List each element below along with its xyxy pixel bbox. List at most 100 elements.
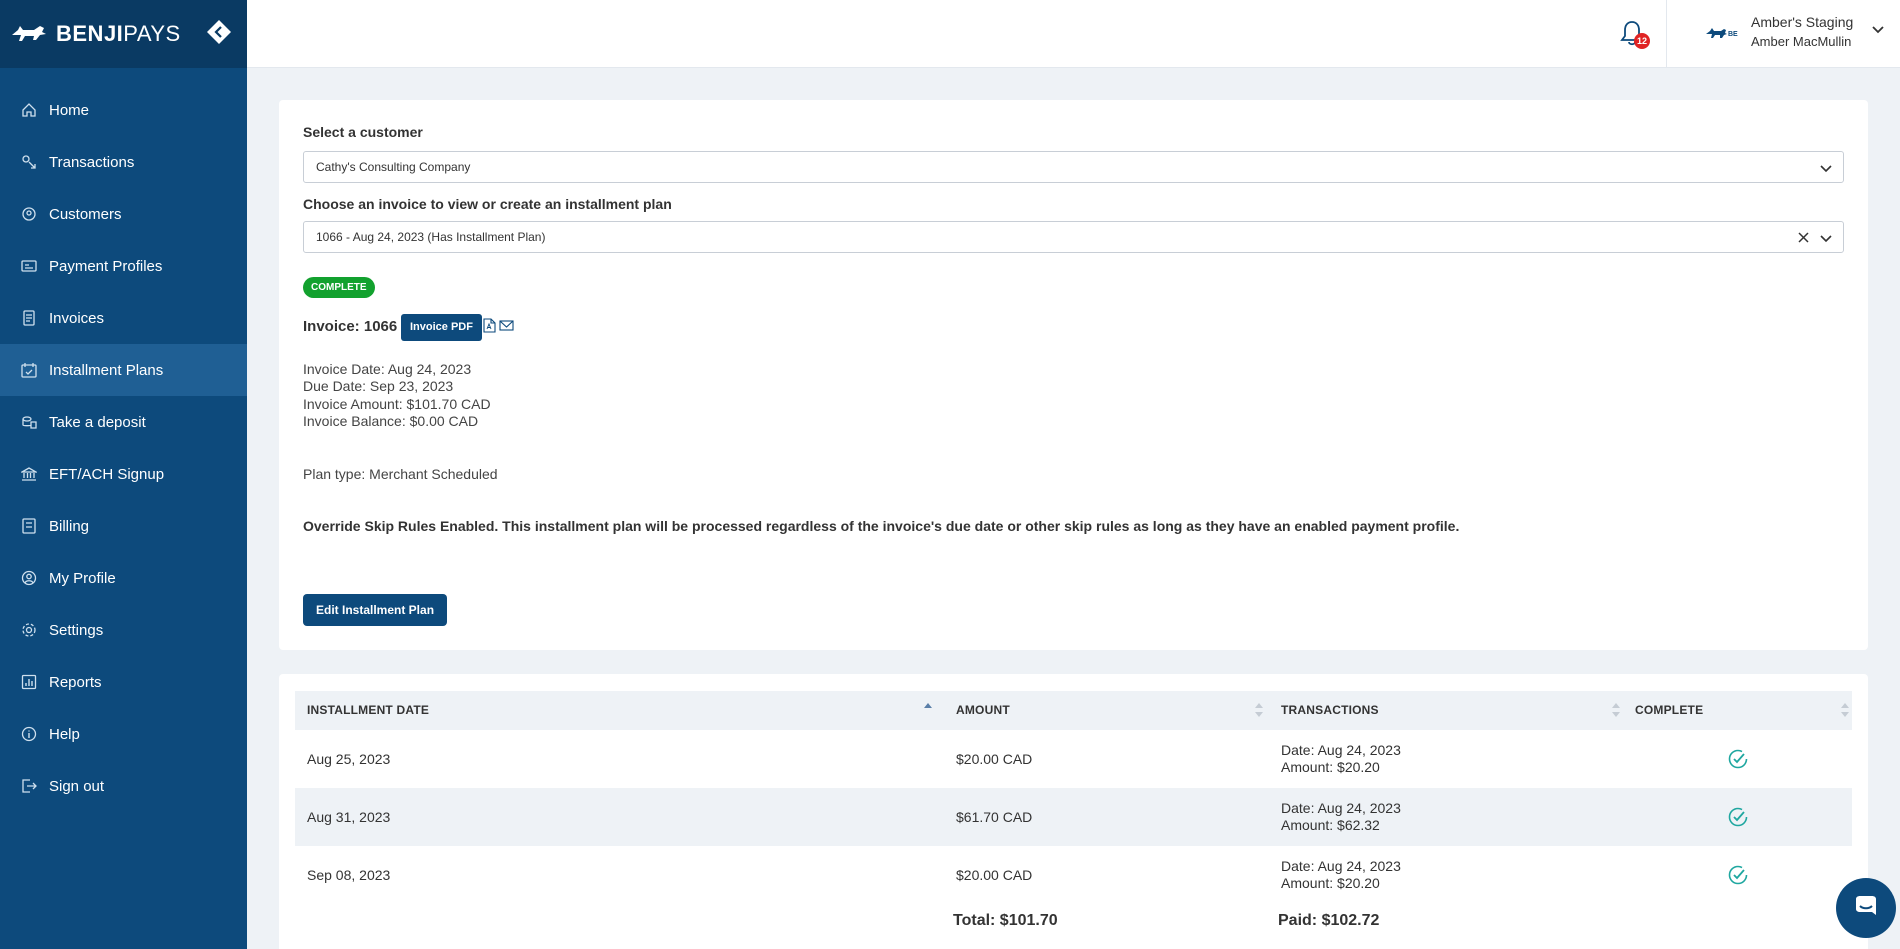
transactions-icon [20, 153, 38, 171]
sidebar-item-label: My Profile [49, 569, 116, 587]
svg-text:BE: BE [1728, 31, 1738, 38]
transaction-date: Date: Aug 24, 2023 [1281, 858, 1401, 874]
sidebar-item-label: Help [49, 725, 80, 743]
home-icon [20, 101, 38, 119]
sidebar-item-eft-ach-signup[interactable]: EFT/ACH Signup [0, 448, 247, 500]
installment-date-cell: Sep 08, 2023 [307, 867, 391, 883]
amount-cell: $20.00 CAD [956, 867, 1033, 883]
customer-label: Select a customer [303, 124, 423, 140]
column-header-amount[interactable]: AMOUNT [956, 703, 1010, 717]
divider [1666, 0, 1667, 68]
sign-out-icon [20, 777, 38, 795]
invoice-title: Invoice: 1066 [303, 318, 398, 335]
invoice-amount: Invoice Amount: $101.70 CAD [303, 396, 491, 412]
sidebar-item-transactions[interactable]: Transactions [0, 136, 247, 188]
gear-icon [20, 621, 38, 639]
sidebar-item-label: Invoices [49, 309, 105, 327]
sidebar-item-home[interactable]: Home [0, 84, 247, 136]
table-header: INSTALLMENT DATE AMOUNT TRANSACTIONS COM… [295, 691, 1852, 730]
transaction-amount: Amount: $20.20 [1281, 759, 1380, 775]
override-skip-rules-notice: Override Skip Rules Enabled. This instal… [303, 518, 1460, 534]
transactions-cell: Date: Aug 24, 2023 Amount: $20.20 [1281, 858, 1401, 892]
column-header-transactions[interactable]: TRANSACTIONS [1281, 703, 1379, 717]
installment-date-cell: Aug 31, 2023 [307, 809, 391, 825]
brand-name: BENJIPAYS [56, 21, 181, 46]
user-name[interactable]: Amber MacMullin [1751, 34, 1851, 49]
pdf-file-icon[interactable] [483, 318, 496, 333]
amount-cell: $61.70 CAD [956, 809, 1033, 825]
invoice-balance: Invoice Balance: $0.00 CAD [303, 413, 479, 429]
customer-select[interactable]: Cathy's Consulting Company [303, 151, 1844, 183]
calendar-icon [20, 361, 38, 379]
transactions-cell: Date: Aug 24, 2023 Amount: $20.20 [1281, 742, 1401, 776]
sidebar-item-sign-out[interactable]: Sign out [0, 760, 247, 812]
installment-plan-card: Select a customer Cathy's Consulting Com… [279, 100, 1868, 650]
reports-icon [20, 673, 38, 691]
billing-icon [20, 517, 38, 535]
table-row: Sep 08, 2023 $20.00 CAD Date: Aug 24, 20… [295, 846, 1852, 904]
sidebar-item-customers[interactable]: Customers [0, 188, 247, 240]
sidebar-item-label: Home [49, 101, 90, 119]
account-name[interactable]: Amber's Staging [1751, 14, 1853, 30]
bank-icon [20, 465, 38, 483]
sidebar-item-label: Payment Profiles [49, 257, 163, 275]
info-icon [20, 725, 38, 743]
sidebar-item-label: Take a deposit [49, 413, 146, 431]
sidebar-item-reports[interactable]: Reports [0, 656, 247, 708]
sort-icon[interactable] [1612, 700, 1620, 720]
sort-ascending-icon[interactable] [924, 700, 932, 720]
chevron-down-icon[interactable] [1819, 161, 1833, 175]
column-header-installment-date[interactable]: INSTALLMENT DATE [307, 703, 429, 717]
chevron-down-icon[interactable] [1819, 231, 1833, 245]
table-row: Aug 25, 2023 $20.00 CAD Date: Aug 24, 20… [295, 730, 1852, 788]
sidebar-item-help[interactable]: Help [0, 708, 247, 760]
sidebar-item-label: Billing [49, 517, 90, 535]
check-circle-icon [1728, 865, 1748, 885]
top-bar: 12 BE Amber's Staging Amber MacMullin [247, 0, 1900, 68]
email-icon[interactable] [499, 319, 514, 332]
installments-table: INSTALLMENT DATE AMOUNT TRANSACTIONS COM… [279, 674, 1868, 949]
total-amount: Total: $101.70 [953, 912, 1058, 929]
invoice-label: Choose an invoice to view or create an i… [303, 196, 672, 212]
plan-type: Plan type: Merchant Scheduled [303, 466, 498, 482]
sidebar-item-label: Customers [49, 205, 122, 223]
column-header-complete[interactable]: COMPLETE [1635, 703, 1703, 717]
sidebar-item-take-a-deposit[interactable]: Take a deposit [0, 396, 247, 448]
chat-icon [1856, 896, 1876, 915]
profile-icon [20, 569, 38, 587]
sidebar-item-label: EFT/ACH Signup [49, 465, 165, 483]
sidebar-item-invoices[interactable]: Invoices [0, 292, 247, 344]
chevron-down-icon[interactable] [1871, 22, 1885, 36]
sidebar-item-label: Sign out [49, 777, 105, 795]
sidebar-item-settings[interactable]: Settings [0, 604, 247, 656]
customer-select-value: Cathy's Consulting Company [316, 160, 471, 174]
invoice-select-value: 1066 - Aug 24, 2023 (Has Installment Pla… [316, 230, 546, 244]
sidebar-item-label: Transactions [49, 153, 135, 171]
paid-amount: Paid: $102.72 [1278, 912, 1380, 929]
clear-icon[interactable] [1796, 230, 1811, 245]
sidebar-item-billing[interactable]: Billing [0, 500, 247, 552]
amount-cell: $20.00 CAD [956, 751, 1033, 767]
sidebar: BENJIPAYS Home Transactions Customers Pa… [0, 0, 247, 949]
sidebar-item-installment-plans[interactable]: Installment Plans [0, 344, 247, 396]
sidebar-item-label: Reports [49, 673, 102, 691]
sidebar-item-my-profile[interactable]: My Profile [0, 552, 247, 604]
collapse-sidebar-icon[interactable] [205, 18, 233, 46]
check-circle-icon [1728, 749, 1748, 769]
invoice-select[interactable]: 1066 - Aug 24, 2023 (Has Installment Pla… [303, 221, 1844, 253]
customers-icon [20, 205, 38, 223]
transaction-date: Date: Aug 24, 2023 [1281, 742, 1401, 758]
invoice-date: Invoice Date: Aug 24, 2023 [303, 361, 472, 377]
invoice-pdf-button[interactable]: Invoice PDF [401, 314, 482, 341]
sort-icon[interactable] [1841, 700, 1849, 720]
due-date: Due Date: Sep 23, 2023 [303, 378, 454, 394]
chat-button[interactable] [1836, 878, 1896, 938]
transactions-cell: Date: Aug 24, 2023 Amount: $62.32 [1281, 800, 1401, 834]
benji-dog-logo-icon [12, 26, 46, 41]
edit-installment-plan-button[interactable]: Edit Installment Plan [303, 594, 448, 626]
installment-date-cell: Aug 25, 2023 [307, 751, 391, 767]
invoices-icon [20, 309, 38, 327]
table-row: Aug 31, 2023 $61.70 CAD Date: Aug 24, 20… [295, 788, 1852, 846]
sort-icon[interactable] [1255, 700, 1263, 720]
sidebar-item-payment-profiles[interactable]: Payment Profiles [0, 240, 247, 292]
